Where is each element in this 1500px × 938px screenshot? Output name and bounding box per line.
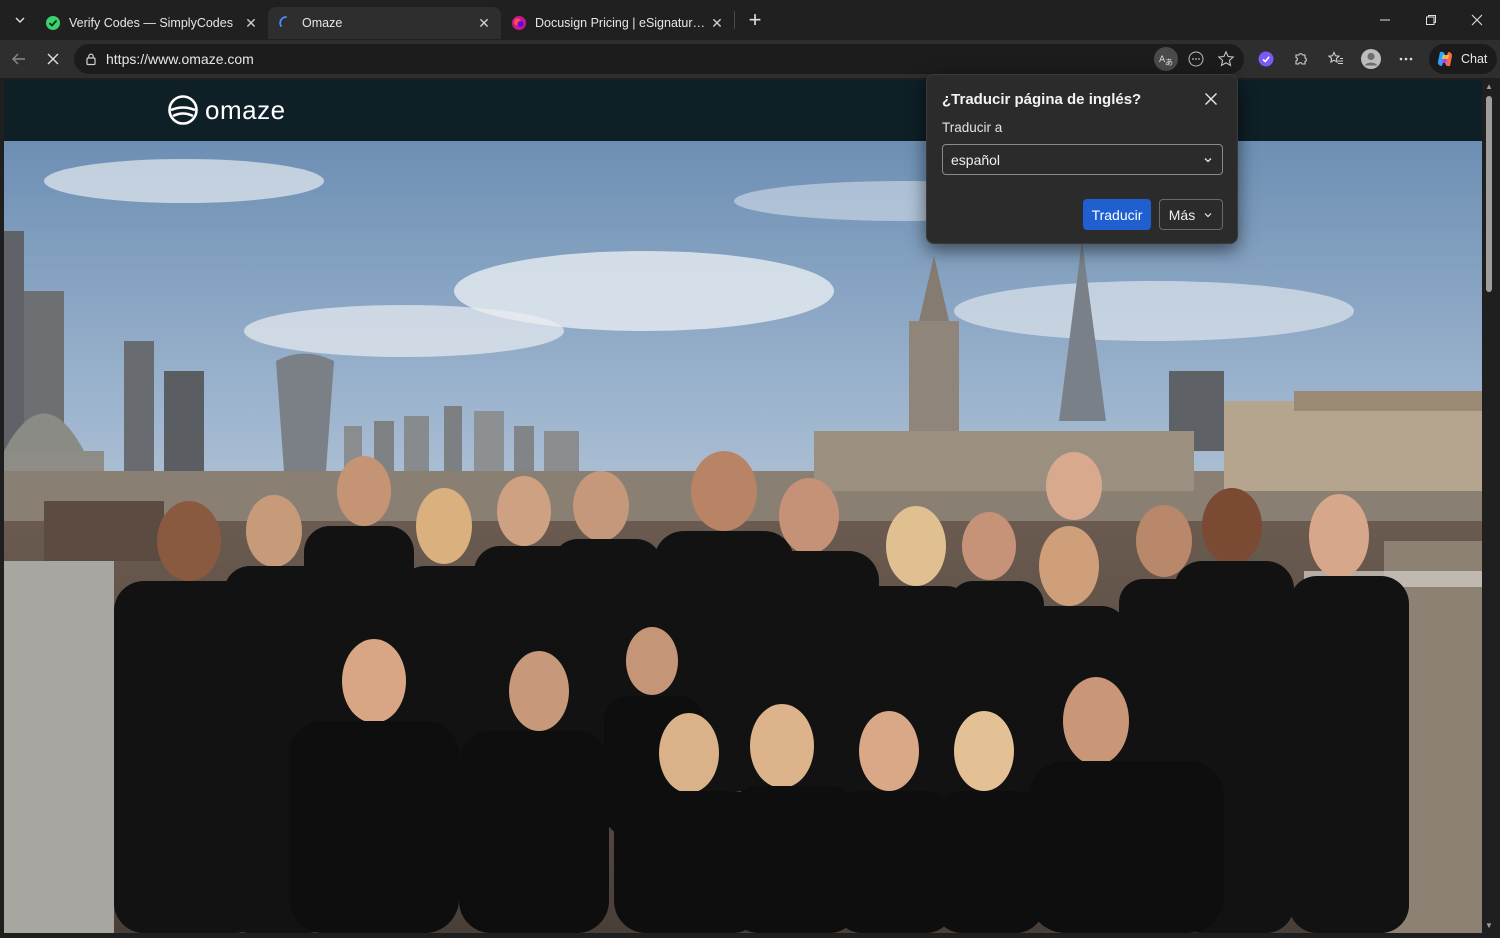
stop-loading-button[interactable] [36,42,70,76]
url-text[interactable]: https://www.omaze.com [106,51,1154,67]
close-icon [47,53,59,65]
close-icon [1471,14,1483,26]
scroll-down-arrow-icon[interactable]: ▼ [1485,922,1493,930]
scrollbar-thumb[interactable] [1486,96,1492,292]
tab-omaze[interactable]: Omaze ✕ [268,7,501,39]
page-viewport: omaze [4,80,1482,933]
selected-language: español [951,151,1001,168]
logo-text: omaze [205,94,286,125]
minimize-icon [1380,19,1390,21]
restore-button[interactable] [1408,0,1454,40]
browser-window: Verify Codes — SimplyCodes ✕ Omaze ✕ Doc… [0,0,1500,938]
copilot-extension-icon [1258,51,1273,67]
favorite-button[interactable] [1214,47,1238,71]
star-icon [1217,50,1235,67]
loading-spinner-icon [279,16,287,27]
settings-more-button[interactable] [1388,42,1423,76]
tab-simplycodes[interactable]: Verify Codes — SimplyCodes ✕ [35,7,268,39]
close-tab-icon[interactable]: ✕ [708,14,726,32]
translate-to-label: Traducir a [942,120,1003,135]
favorites-button[interactable] [1318,42,1353,76]
profile-button[interactable] [1353,42,1388,76]
back-arrow-icon [12,53,25,65]
address-bar[interactable]: https://www.omaze.com Aあ [74,44,1244,74]
minimize-button[interactable] [1362,0,1408,40]
site-info-button[interactable] [76,52,106,66]
tab-separator [734,11,735,29]
copilot-chat-button[interactable]: Chat [1429,44,1498,74]
chevron-down-icon [15,17,25,23]
tab-title: Omaze [302,16,343,30]
close-popup-button[interactable] [1201,89,1221,109]
simplycodes-icon [46,16,60,30]
docusign-icon [512,16,526,30]
chat-label: Chat [1461,52,1488,66]
translate-icon: Aあ [1159,55,1173,67]
close-icon [1205,93,1217,105]
more-dots-circle-icon [1188,51,1204,67]
avatar-icon [1360,49,1381,69]
browser-essentials-button[interactable] [1248,42,1283,76]
back-button[interactable] [2,42,36,76]
hero-team-photo [4,141,1482,933]
tab-actions-menu-button[interactable] [5,5,35,35]
window-controls [1362,0,1500,40]
chevron-down-icon [1204,212,1212,217]
omaze-logo-icon [168,95,198,125]
more-label: Más [1168,206,1196,223]
page-scrollbar[interactable]: ▲ ▼ [1482,80,1496,933]
more-horizontal-icon [1399,57,1412,61]
more-options-button[interactable]: Más [1159,199,1223,230]
extensions-button[interactable] [1283,42,1318,76]
translate-popup-title: ¿Traducir página de inglés? [942,91,1142,108]
copilot-icon [1438,51,1452,67]
lock-icon [86,53,96,66]
tab-docusign[interactable]: Docusign Pricing | eSignature Plans ✕ [501,7,734,39]
restore-icon [1426,15,1436,25]
translate-popup: ¿Traducir página de inglés? Traducir a e… [926,74,1238,244]
translate-button[interactable]: Traducir [1083,199,1151,230]
translate-button[interactable]: Aあ [1154,47,1178,71]
site-header: omaze [4,80,1482,141]
puzzle-icon [1294,53,1307,65]
close-tab-icon[interactable]: ✕ [242,14,260,32]
browser-toolbar: https://www.omaze.com Aあ Chat [0,40,1500,78]
target-language-select[interactable]: español [942,144,1223,175]
omaze-logo[interactable]: omaze [167,94,286,126]
toolbar-right-icons: Chat [1248,42,1498,76]
team-photo-illustration [4,141,1482,933]
chevron-down-icon [1204,157,1212,162]
new-tab-button[interactable]: + [741,6,769,34]
tab-title: Docusign Pricing | eSignature Plans [535,16,708,30]
svg-text:あ: あ [1165,58,1173,67]
reading-mode-button[interactable] [1184,47,1208,71]
tab-title: Verify Codes — SimplyCodes [69,16,233,30]
favorites-list-icon [1327,51,1343,65]
close-tab-icon[interactable]: ✕ [475,14,493,32]
scroll-up-arrow-icon[interactable]: ▲ [1485,83,1493,91]
tab-strip: Verify Codes — SimplyCodes ✕ Omaze ✕ Doc… [0,0,1500,40]
close-window-button[interactable] [1454,0,1500,40]
